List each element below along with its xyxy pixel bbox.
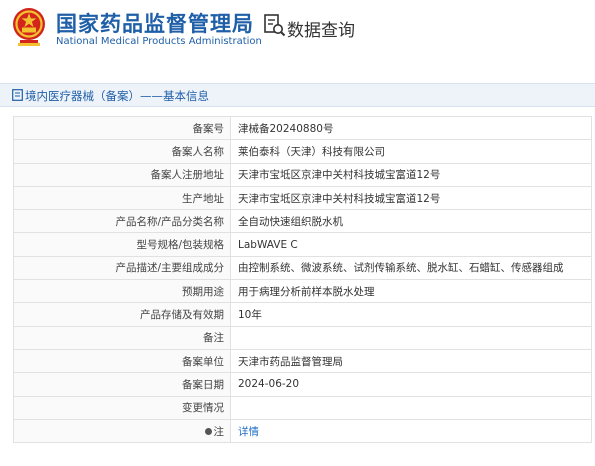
field-value: 天津市宝坻区京津中关村科技城宝富道12号: [230, 162, 592, 187]
field-label: 备案人名称: [13, 139, 231, 164]
field-label: 产品名称/产品分类名称: [13, 209, 231, 234]
document-icon: [12, 89, 23, 101]
note-row: 注 详情: [13, 418, 592, 444]
note-value: 详情: [230, 418, 592, 444]
table-row: 预期用途 用于病理分析前样本脱水处理: [13, 279, 592, 304]
note-label: 注: [13, 418, 231, 444]
field-value: [230, 395, 592, 420]
field-label: 备案日期: [13, 372, 231, 397]
national-emblem-icon: [13, 8, 45, 46]
field-value: 天津市宝坻区京津中关村科技城宝富道12号: [230, 185, 592, 211]
field-value: 天津市药品监督管理局: [230, 348, 592, 374]
table-row: 备注: [13, 325, 592, 350]
table-row: 备案单位 天津市药品监督管理局: [13, 348, 592, 374]
table-row: 生产地址 天津市宝坻区京津中关村科技城宝富道12号: [13, 185, 592, 211]
field-value: 2024-06-20: [230, 372, 592, 397]
details-link[interactable]: 详情: [238, 426, 259, 438]
field-label: 备案单位: [13, 348, 231, 374]
field-value: 由控制系统、微波系统、试剂传输系统、脱水缸、石蜡缸、传感器组成: [230, 255, 592, 281]
site-header: 国家药品监督管理局 National Medical Products Admi…: [0, 0, 595, 62]
field-label: 备案号: [13, 115, 231, 141]
field-label: 生产地址: [13, 185, 231, 211]
field-value: 津械备20240880号: [230, 115, 592, 141]
field-label: 备案人注册地址: [13, 162, 231, 187]
field-value: 10年: [230, 302, 592, 327]
field-value: 全自动快速组织脱水机: [230, 209, 592, 234]
field-label: 备注: [13, 325, 231, 350]
table-row: 产品存储及有效期 10年: [13, 302, 592, 327]
table-row: 产品名称/产品分类名称 全自动快速组织脱水机: [13, 209, 592, 234]
field-label: 变更情况: [13, 395, 231, 420]
page-heading: 数据查询: [287, 21, 355, 41]
table-row: 备案号 津械备20240880号: [13, 115, 592, 141]
field-value: LabWAVE C: [230, 232, 592, 257]
table-row: 产品描述/主要组成成分 由控制系统、微波系统、试剂传输系统、脱水缸、石蜡缸、传感器…: [13, 255, 592, 281]
breadcrumb: 境内医疗器械（备案）——基本信息: [0, 83, 595, 107]
org-name-cn: 国家药品监督管理局: [56, 12, 254, 36]
field-value: [230, 325, 592, 350]
field-label: 型号规格/包装规格: [13, 232, 231, 257]
table-row: 备案人名称 莱伯泰科（天津）科技有限公司: [13, 139, 592, 164]
field-value: 莱伯泰科（天津）科技有限公司: [230, 139, 592, 164]
field-label: 产品存储及有效期: [13, 302, 231, 327]
breadcrumb-text: 境内医疗器械（备案）——基本信息: [25, 89, 209, 103]
bullet-icon: [204, 427, 212, 435]
table-row: 变更情况: [13, 395, 592, 420]
field-label: 预期用途: [13, 279, 231, 304]
table-row: 备案人注册地址 天津市宝坻区京津中关村科技城宝富道12号: [13, 162, 592, 187]
document-search-icon: [264, 14, 286, 37]
field-label: 产品描述/主要组成成分: [13, 255, 231, 281]
table-row: 备案日期 2024-06-20: [13, 372, 592, 397]
field-value: 用于病理分析前样本脱水处理: [230, 279, 592, 304]
table-row: 型号规格/包装规格 LabWAVE C: [13, 232, 592, 257]
org-name-en: National Medical Products Administration: [56, 36, 262, 47]
record-table: 备案号 津械备20240880号 备案人名称 莱伯泰科（天津）科技有限公司 备案人注册地…: [13, 115, 592, 444]
